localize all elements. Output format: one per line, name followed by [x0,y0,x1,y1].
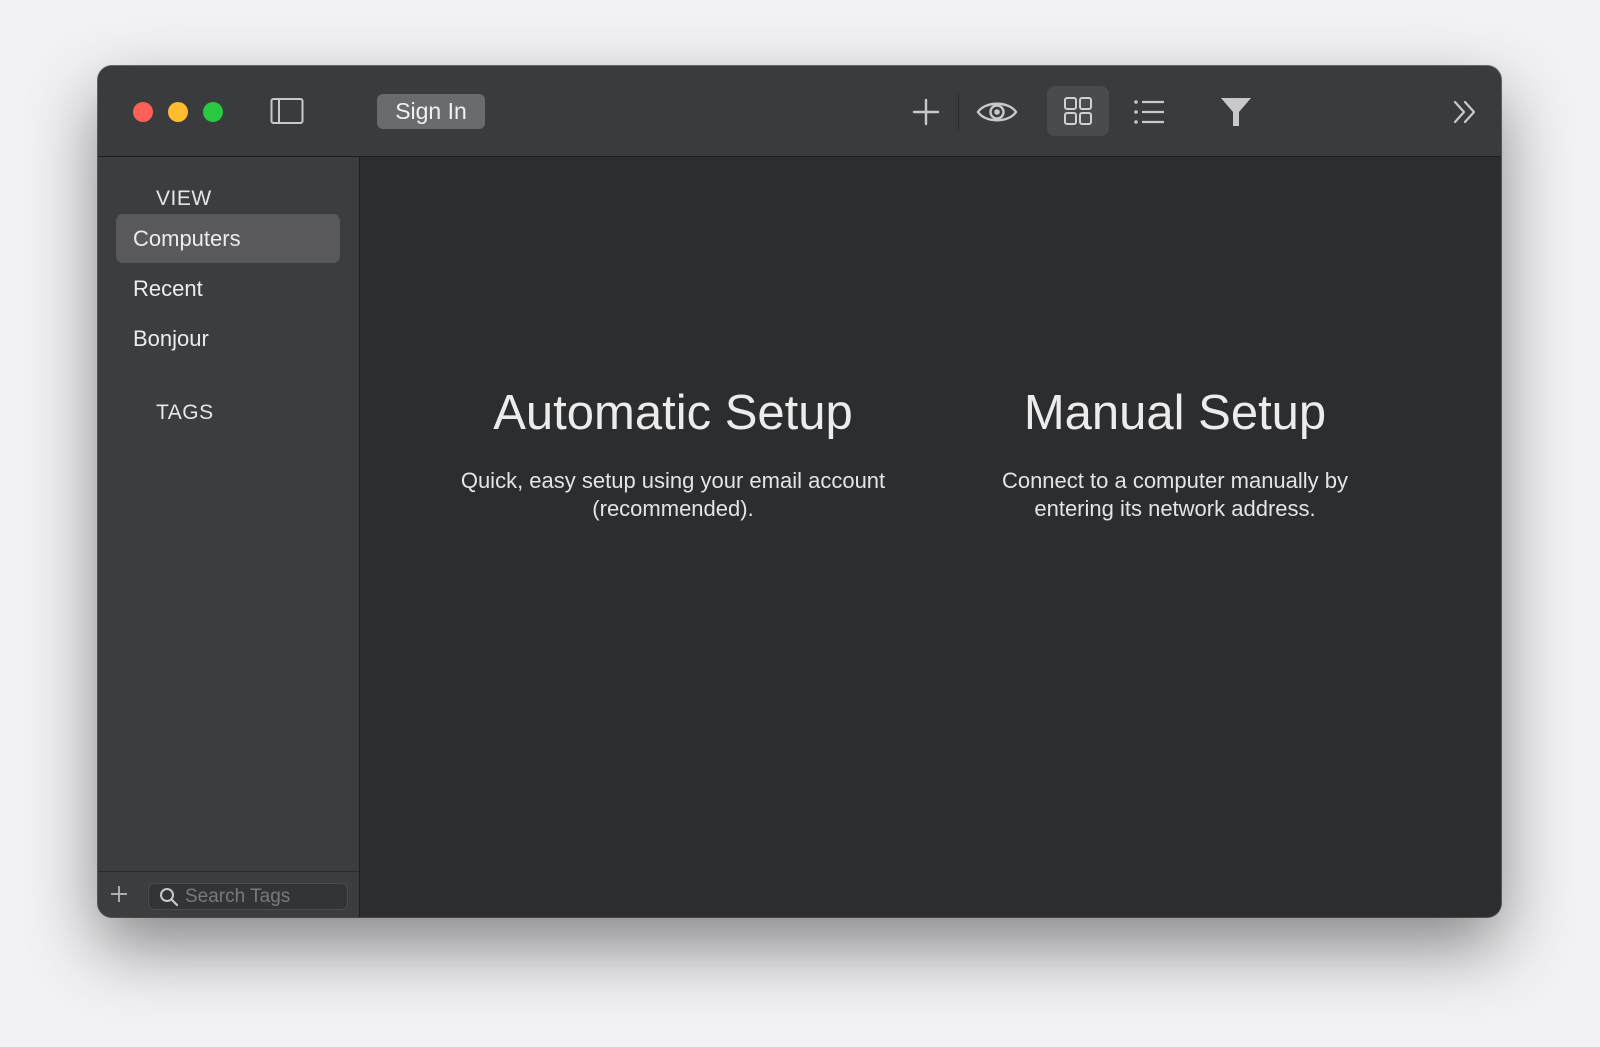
manual-setup-description: Connect to a computer manually by enteri… [1001,468,1349,521]
sidebar-item-bonjour[interactable]: Bonjour [116,314,340,363]
search-tags-input[interactable] [185,884,343,909]
zoom-button[interactable] [203,102,223,122]
titlebar: Sign In [98,66,1501,157]
automatic-setup-option[interactable]: Automatic Setup Quick, easy setup using … [438,383,908,523]
filter-icon[interactable] [1218,92,1254,132]
sidebar-item-label: Recent [133,275,203,301]
app-window: Sign In VIEW Computers Recent Bonjour TA… [98,66,1501,917]
sidebar-footer [98,871,359,917]
close-button[interactable] [133,102,153,122]
sidebar: VIEW Computers Recent Bonjour TAGS [98,157,360,917]
manual-setup-option[interactable]: Manual Setup Connect to a computer manua… [960,383,1390,523]
sidebar-item-label: Computers [133,225,241,251]
grid-icon[interactable] [1047,86,1109,136]
sidebar-item-computers[interactable]: Computers [116,214,340,263]
main-content: Automatic Setup Quick, easy setup using … [360,157,1501,917]
minimize-button[interactable] [168,102,188,122]
view-section-title: VIEW [156,187,212,210]
chevron-double-right-icon[interactable] [1450,96,1480,128]
sidebar-item-label: Bonjour [133,325,209,351]
sign-in-button[interactable]: Sign In [377,94,485,129]
list-icon[interactable] [1129,92,1169,132]
manual-setup-title: Manual Setup [1023,386,1327,440]
eye-icon[interactable] [975,94,1019,130]
automatic-setup-description: Quick, easy setup using your email accou… [460,468,886,521]
toolbar-divider [958,94,959,130]
sidebar-item-recent[interactable]: Recent [116,264,340,313]
automatic-setup-title: Automatic Setup [493,386,853,440]
tags-section-title: TAGS [156,401,214,424]
sidebar-toggle-icon[interactable] [270,96,304,126]
plus-icon[interactable] [908,94,944,130]
add-tag-plus-icon[interactable] [108,883,130,905]
search-icon [159,887,179,907]
search-tags-box[interactable] [148,883,348,910]
